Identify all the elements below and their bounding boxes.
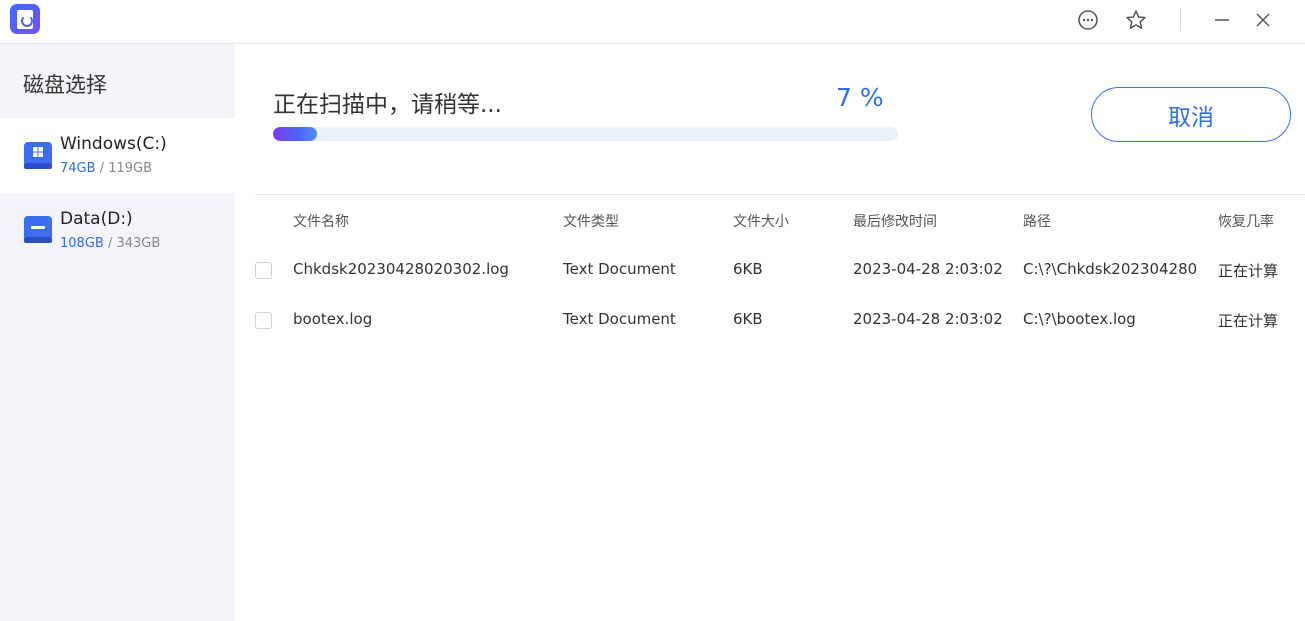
cell-path: C:\?\bootex.log [1023,310,1136,328]
drive-icon [23,215,53,245]
divider [255,194,1305,195]
app-logo-icon [10,4,40,34]
cell-filename: bootex.log [293,310,373,328]
disk-item-c[interactable]: Windows(C:) 74GB / 119GB [0,118,235,193]
cancel-button[interactable]: 取消 [1091,87,1291,142]
scan-progress-bar [273,127,898,141]
feedback-icon[interactable] [1076,8,1100,32]
column-header-filetype[interactable]: 文件类型 [563,211,619,231]
cell-filetype: Text Document [563,260,676,278]
column-header-filesize[interactable]: 文件大小 [733,211,789,231]
disk-item-d[interactable]: Data(D:) 108GB / 343GB [0,193,235,268]
cell-path: C:\?\Chkdsk202304280… [1023,260,1198,278]
table-row[interactable]: bootex.log Text Document 6KB 2023-04-28 … [255,295,1305,345]
cell-recovery: 正在计算 [1218,262,1279,280]
scan-status-text: 正在扫描中，请稍等... [273,92,502,118]
cell-modified: 2023-04-28 2:03:02 [853,310,1003,328]
table-row[interactable]: Chkdsk20230428020302.log Text Document 6… [255,245,1305,295]
cell-filetype: Text Document [563,310,676,328]
minimize-icon[interactable] [1210,8,1234,32]
column-header-filename[interactable]: 文件名称 [293,211,349,231]
disk-size: 108GB / 343GB [60,236,161,251]
star-icon[interactable] [1124,8,1148,32]
row-checkbox[interactable] [255,262,272,279]
windows-drive-icon [23,141,53,171]
sidebar: 磁盘选择 Windows(C:) 74GB / 119GB Data(D:) 1… [0,44,235,621]
cell-filesize: 6KB [733,260,763,278]
column-header-recovery[interactable]: 恢复几率 [1218,211,1274,231]
close-icon[interactable] [1251,8,1275,32]
column-header-modified[interactable]: 最后修改时间 [853,211,937,231]
cell-modified: 2023-04-28 2:03:02 [853,260,1003,278]
titlebar-separator [1180,8,1181,31]
column-header-path[interactable]: 路径 [1023,211,1051,231]
cell-filename: Chkdsk20230428020302.log [293,260,509,278]
disk-size: 74GB / 119GB [60,161,153,176]
disk-name: Windows(C:) [60,134,167,154]
scan-progress-fill [273,127,317,141]
disk-name: Data(D:) [60,209,133,229]
row-checkbox[interactable] [255,312,272,329]
title-bar [0,0,1305,44]
sidebar-title: 磁盘选择 [23,73,107,97]
scan-percent: 7 % [836,83,884,112]
cell-filesize: 6KB [733,310,763,328]
cell-recovery: 正在计算 [1218,312,1279,330]
